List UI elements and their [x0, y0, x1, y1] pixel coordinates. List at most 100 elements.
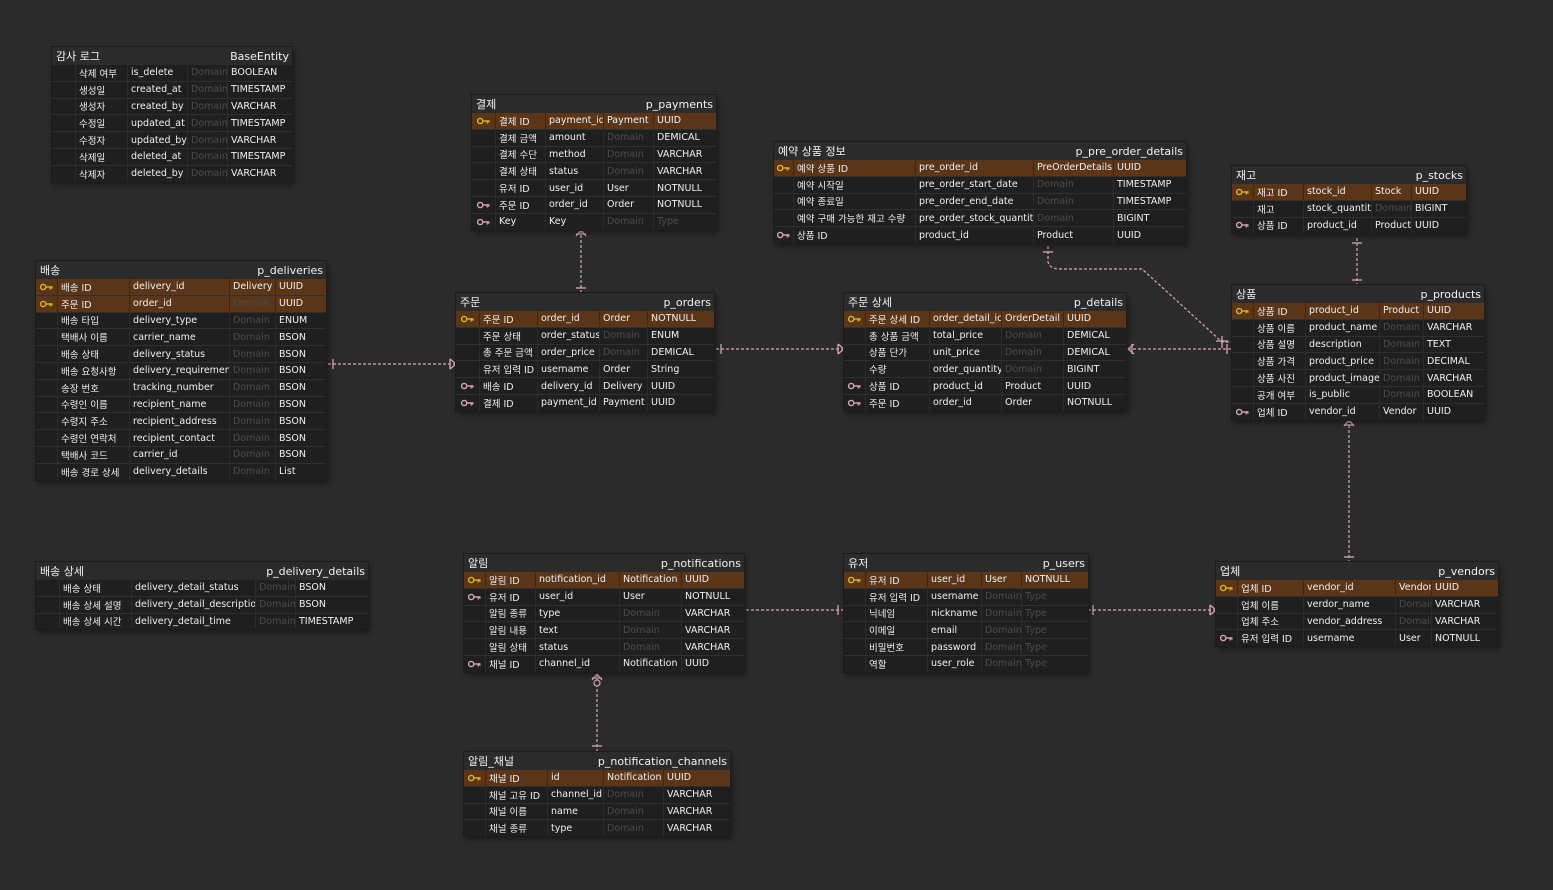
attribute-row[interactable]: 수량 order_quantity Domain BIGINT	[844, 360, 1126, 378]
attribute-row[interactable]: 재고 ID stock_id Stock UUID	[1232, 184, 1466, 200]
attribute-row[interactable]: 수령인 이름 recipient_name Domain BSON	[36, 395, 326, 413]
attribute-row[interactable]: 상품 ID product_id Product UUID	[844, 377, 1126, 394]
attribute-row[interactable]: 결제 ID payment_id Payment UUID	[456, 393, 714, 411]
attribute-row[interactable]: 택배사 코드 carrier_id Domain BSON	[36, 445, 326, 463]
attribute-row[interactable]: 배송 ID delivery_id Delivery UUID	[36, 279, 326, 295]
entity-p-stocks[interactable]: 재고 p_stocks 재고 ID stock_id Stock UUID 재고 stock_…	[1232, 166, 1466, 234]
attribute-row[interactable]: 주문 ID order_id Order NOTNULL	[472, 195, 716, 213]
attribute-row[interactable]: 결제 상태 status Domain VARCHAR	[472, 162, 716, 180]
attribute-row[interactable]: 배송 상세 시간 delivery_detail_time Domain TIMEST…	[36, 612, 368, 630]
attribute-row[interactable]: 주문 상세 ID order_detail_id OrderDetail UUID	[844, 311, 1126, 327]
attribute-row[interactable]: 유저 입력 ID username Domain Type	[844, 587, 1088, 605]
attribute-row[interactable]: 채널 종류 type Domain VARCHAR	[464, 819, 730, 837]
attribute-row[interactable]: 상품 ID product_id Product UUID	[1232, 303, 1484, 319]
attribute-row[interactable]: 주문 ID order_id Order NOTNULL	[844, 393, 1126, 411]
attribute-row[interactable]: 택배사 이름 carrier_name Domain BSON	[36, 328, 326, 346]
attribute-row[interactable]: 유저 ID user_id User NOTNULL	[844, 572, 1088, 588]
attribute-row[interactable]: 결제 수단 method Domain VARCHAR	[472, 145, 716, 163]
attribute-row[interactable]: 업체 이름verdor_nameDomainVARCHAR	[1216, 595, 1498, 613]
attribute-row[interactable]: 삭제 여부 is_delete Domain BOOLEAN	[52, 65, 292, 81]
entity-header[interactable]: 상품 p_products	[1232, 285, 1484, 303]
entity-header[interactable]: 주문 상세 p_details	[844, 293, 1126, 311]
attribute-row[interactable]: 수령지 주소 recipient_address Domain BSON	[36, 412, 326, 430]
entity-p-deliveries[interactable]: 배송 p_deliveries 배송 ID delivery_id Delivery UU…	[36, 261, 326, 480]
entity-p-users[interactable]: 유저 p_users 유저 ID user_id User NOTNULL 유저 입력 ID…	[844, 554, 1088, 672]
attribute-row[interactable]: 상품 설명 description Domain TEXT	[1232, 335, 1484, 353]
attribute-row[interactable]: 이메일 email Domain Type	[844, 621, 1088, 639]
attribute-row[interactable]: 주문 상태 order_status Domain ENUM	[456, 326, 714, 344]
entity-p-products[interactable]: 상품 p_products 상품 ID product_id Product UUID 상품…	[1232, 285, 1484, 420]
attribute-row[interactable]: 예약 구매 가능한 재고 수량 pre_order_stock_quantity D…	[774, 209, 1186, 227]
attribute-row[interactable]: 역할 user_role Domain Type	[844, 654, 1088, 672]
attribute-row[interactable]: 비밀번호 password Domain Type	[844, 638, 1088, 655]
attribute-row[interactable]: 배송 요청사항 delivery_requirement Domain BSON	[36, 361, 326, 379]
attribute-row[interactable]: 예약 상품 ID pre_order_id PreOrderDetails UUID	[774, 160, 1186, 176]
entity-p-notification-channels[interactable]: 알림_채널 p_notification_channels 채널 ID id Notif…	[464, 752, 730, 837]
entity-header[interactable]: 예약 상품 정보 p_pre_order_details	[774, 142, 1186, 160]
entity-header[interactable]: 감사 로그 BaseEntity	[52, 47, 292, 65]
attribute-row[interactable]: 생성일 created_at Domain TIMESTAMP	[52, 80, 292, 98]
attribute-row[interactable]: 유저 ID user_id User NOTNULL	[472, 179, 716, 196]
attribute-row[interactable]: 삭제일 deleted_at Domain TIMESTAMP	[52, 147, 292, 165]
entity-p-delivery-details[interactable]: 배송 상세 p_delivery_details 배송 상태 delivery_det…	[36, 562, 368, 630]
attribute-row[interactable]: 배송 ID delivery_id Delivery UUID	[456, 377, 714, 394]
attribute-row[interactable]: 수정자 updated_by Domain VARCHAR	[52, 131, 292, 148]
attribute-row[interactable]: 유저 ID user_id User NOTNULL	[464, 587, 744, 605]
attribute-row[interactable]: 배송 상태 delivery_status Domain BSON	[36, 345, 326, 362]
attribute-row[interactable]: 배송 경로 상세 delivery_details Domain List	[36, 462, 326, 480]
attribute-row[interactable]: 생성자 created_by Domain VARCHAR	[52, 97, 292, 115]
entity-header[interactable]: 재고 p_stocks	[1232, 166, 1466, 184]
attribute-row[interactable]: 상품 ID product_id Product UUID	[1232, 216, 1466, 234]
attribute-row[interactable]: 삭제자 deleted_by Domain VARCHAR	[52, 164, 292, 182]
attribute-row[interactable]: 상품 ID product_id Product UUID	[774, 226, 1186, 243]
entity-BaseEntity[interactable]: 감사 로그 BaseEntity 삭제 여부 is_delete Domain BOOLE…	[52, 47, 292, 182]
entity-header[interactable]: 배송 p_deliveries	[36, 261, 326, 279]
attribute-row[interactable]: 송장 번호 tracking_number Domain BSON	[36, 378, 326, 396]
entity-p-vendors[interactable]: 업체 p_vendors 업체 ID vendor_id Vendor UUID 업체 이름…	[1216, 562, 1498, 647]
entity-header[interactable]: 배송 상세 p_delivery_details	[36, 562, 368, 580]
attribute-row[interactable]: 주문 ID order_id Domain UUID	[36, 294, 326, 312]
entity-header[interactable]: 결제 p_payments	[472, 95, 716, 113]
attribute-row[interactable]: 상품 사진 product_image Domain VARCHAR	[1232, 369, 1484, 386]
attribute-row[interactable]: 배송 타입 delivery_type Domain ENUM	[36, 311, 326, 329]
attribute-row[interactable]: 결제 금액 amount Domain DEMICAL	[472, 128, 716, 146]
attribute-row[interactable]: 예약 종료일 pre_order_end_date Domain TIMESTAMP	[774, 192, 1186, 210]
entity-header[interactable]: 업체 p_vendors	[1216, 562, 1498, 580]
attribute-row[interactable]: 알림 ID notification_id Notification UUID	[464, 572, 744, 588]
attribute-row[interactable]: 채널 고유 ID channel_id Domain VARCHAR	[464, 785, 730, 803]
attribute-row[interactable]: 채널 ID id Notification UUID	[464, 770, 730, 786]
attribute-row[interactable]: 알림 종류 type Domain VARCHAR	[464, 604, 744, 622]
attribute-row[interactable]: 알림 내용 text Domain VARCHAR	[464, 621, 744, 639]
erd-canvas[interactable]: 감사 로그 BaseEntity 삭제 여부 is_delete Domain BOOLE…	[0, 0, 1553, 890]
attribute-row[interactable]: 상품 이름 product_name Domain VARCHAR	[1232, 318, 1484, 336]
attribute-row[interactable]: 배송 상태 delivery_detail_status Domain BSON	[36, 580, 368, 596]
attribute-row[interactable]: 채널 ID channel_id Notification UUID	[464, 654, 744, 672]
attribute-row[interactable]: 상품 단가 unit_price Domain DEMICAL	[844, 343, 1126, 361]
attribute-row[interactable]: 공개 여부 is_public Domain BOOLEAN	[1232, 385, 1484, 403]
attribute-row[interactable]: 유저 입력 ID username User NOTNULL	[1216, 629, 1498, 647]
entity-p-details[interactable]: 주문 상세 p_details 주문 상세 ID order_detail_id Ord…	[844, 293, 1126, 411]
attribute-row[interactable]: 예약 시작일 pre_order_start_date Domain TIMESTAM…	[774, 175, 1186, 193]
attribute-row[interactable]: 닉네임 nickname Domain Type	[844, 604, 1088, 622]
entity-p-orders[interactable]: 주문 p_orders 주문 ID order_id Order NOTNULL 주문 상태…	[456, 293, 714, 411]
attribute-row[interactable]: 알림 상태 status Domain VARCHAR	[464, 638, 744, 655]
entity-header[interactable]: 주문 p_orders	[456, 293, 714, 311]
attribute-row[interactable]: 배송 상세 설명 delivery_detail_description Domai…	[36, 595, 368, 613]
attribute-row[interactable]: 유저 입력 ID username Order String	[456, 360, 714, 378]
entity-header[interactable]: 알림_채널 p_notification_channels	[464, 752, 730, 770]
attribute-row[interactable]: 업체 ID vendor_id Vendor UUID	[1216, 580, 1498, 596]
entity-p-notifications[interactable]: 알림 p_notifications 알림 ID notification_id Not…	[464, 554, 744, 672]
entity-p-payments[interactable]: 결제 p_payments 결제 ID payment_id Payment UUID 결제…	[472, 95, 716, 230]
entity-header[interactable]: 알림 p_notifications	[464, 554, 744, 572]
entity-header[interactable]: 유저 p_users	[844, 554, 1088, 572]
attribute-row[interactable]: 재고 stock_quantity Domain BIGINT	[1232, 199, 1466, 217]
attribute-row[interactable]: 총 상품 금액 total_price Domain DEMICAL	[844, 326, 1126, 344]
attribute-row[interactable]: 수정일 updated_at Domain TIMESTAMP	[52, 114, 292, 132]
attribute-row[interactable]: 채널 이름 name Domain VARCHAR	[464, 802, 730, 820]
attribute-row[interactable]: 총 주문 금액 order_price Domain DEMICAL	[456, 343, 714, 361]
attribute-row[interactable]: 업체 주소vendor_addressDomainVARCHAR	[1216, 612, 1498, 630]
attribute-row[interactable]: 상품 가격 product_price Domain DECIMAL	[1232, 352, 1484, 370]
attribute-row[interactable]: 주문 ID order_id Order NOTNULL	[456, 311, 714, 327]
attribute-row[interactable]: 수령인 연락처 recipient_contact Domain BSON	[36, 429, 326, 446]
attribute-row[interactable]: 결제 ID payment_id Payment UUID	[472, 113, 716, 129]
